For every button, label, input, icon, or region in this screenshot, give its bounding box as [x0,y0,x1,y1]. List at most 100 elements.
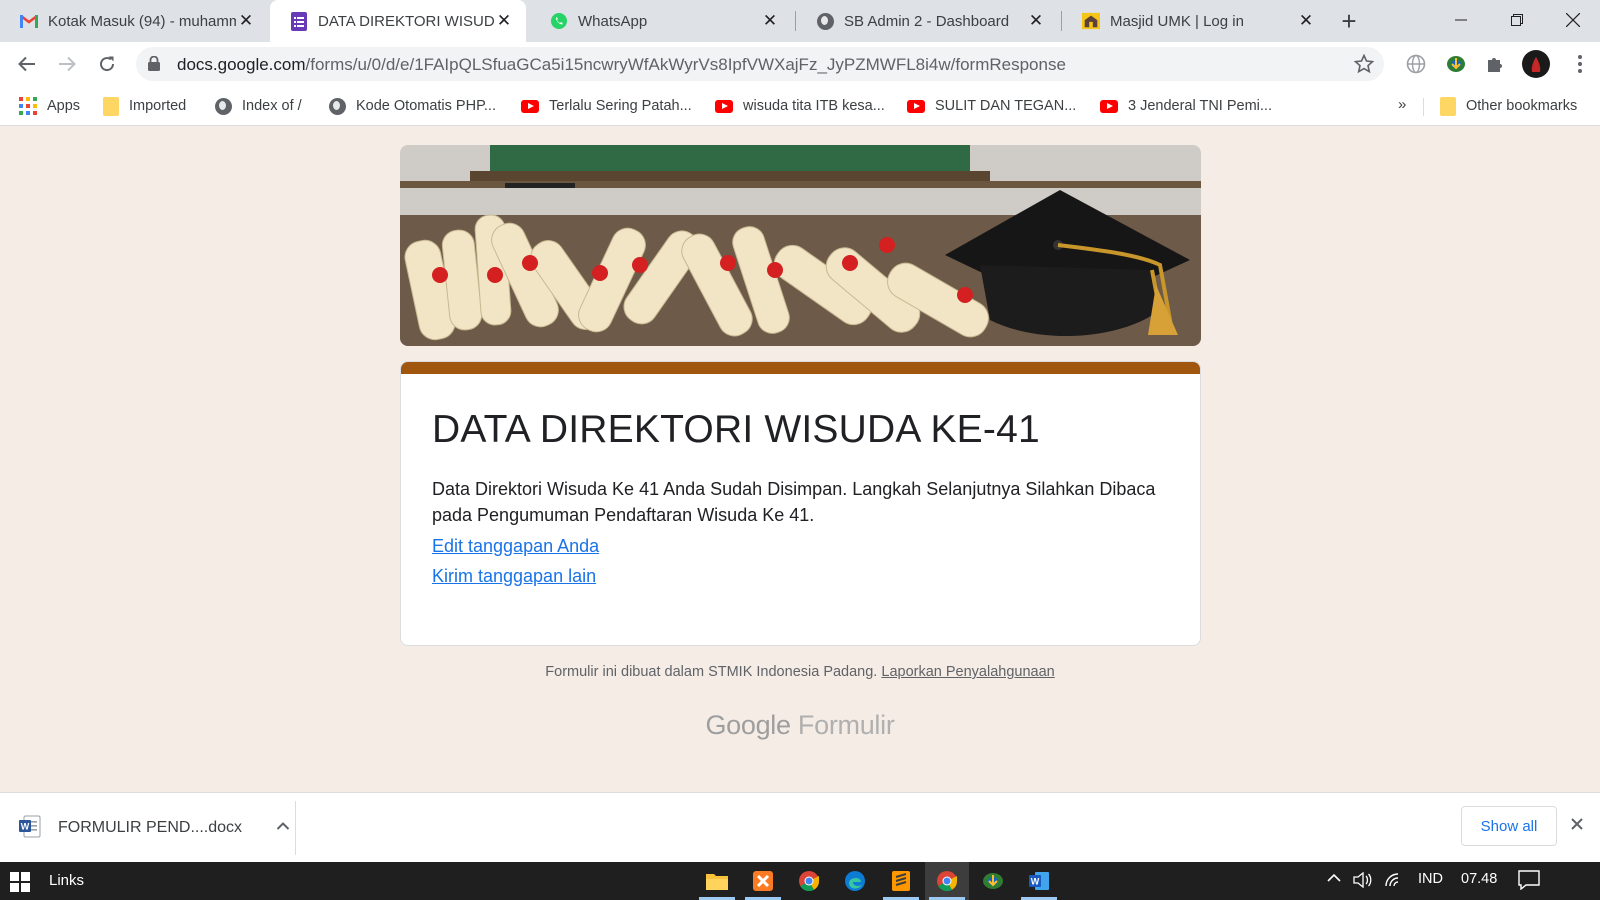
notification-center-icon[interactable] [1518,870,1540,894]
google-forms-icon [290,11,308,31]
report-abuse-link[interactable]: Laporkan Penyalahgunaan [881,664,1054,680]
word-icon[interactable]: W [1017,862,1061,900]
bookmark-label: wisuda tita ITB kesa... [743,98,885,114]
url-text[interactable]: docs.google.com/forms/u/0/d/e/1FAIpQLSfu… [177,55,1066,75]
close-icon[interactable]: ✕ [1026,11,1046,31]
submit-another-response-link[interactable]: Kirim tanggapan lain [432,566,596,587]
lock-icon [148,55,160,74]
close-icon[interactable]: ✕ [760,11,780,31]
taskbar-links-toolbar[interactable]: Links [49,872,84,889]
other-bookmarks[interactable]: Other bookmarks [1440,95,1577,117]
bookmark-label: Index of / [242,98,302,114]
bookmark-label: Apps [47,98,81,114]
tab-gmail[interactable]: Kotak Masuk (94) - muhammad ✕ [0,0,268,42]
tab-forms[interactable]: DATA DIREKTORI WISUDA KE-41 ✕ [270,0,526,42]
file-explorer-icon[interactable] [695,862,739,900]
new-tab-button[interactable]: + [1335,8,1363,36]
youtube-icon [1100,99,1118,113]
chevron-up-icon[interactable] [276,818,290,834]
bookmark-label: 3 Jenderal TNI Pemi... [1128,98,1272,114]
volume-icon[interactable] [1353,871,1373,892]
back-button[interactable] [13,50,41,78]
wifi-icon[interactable] [1384,872,1404,892]
globe-icon [215,97,232,115]
brand-product: Formulir [797,710,895,740]
idm-extension-icon[interactable] [1443,51,1469,77]
tab-strip: Kotak Masuk (94) - muhammad ✕ DATA DIREK… [0,0,1600,42]
forward-button[interactable] [53,50,81,78]
tab-title: Kotak Masuk (94) - muhammad [48,12,236,30]
form-title: DATA DIREKTORI WISUDA KE-41 [432,408,1040,451]
form-footer-note: Formulir ini dibuat dalam STMIK Indonesi… [0,664,1600,680]
header-banner-image [400,145,1201,346]
bookmark-youtube-3[interactable]: SULIT DAN TEGAN... [907,95,1076,117]
confirmation-card: DATA DIREKTORI WISUDA KE-41 Data Direkto… [400,361,1201,646]
bookmarks-overflow-button[interactable]: » [1398,96,1406,113]
windows-taskbar: Links W IND 07.48 [0,862,1600,900]
word-document-icon: W [18,815,42,842]
menu-kebab-icon[interactable] [1567,51,1593,77]
card-accent-bar [401,362,1200,374]
edge-icon[interactable] [833,862,877,900]
youtube-icon [715,99,733,113]
restore-button[interactable] [1489,0,1545,40]
globe-icon [329,97,346,115]
windows-start-icon[interactable] [10,872,30,895]
translate-extension-icon[interactable] [1403,51,1429,77]
youtube-icon [521,99,539,113]
download-divider [295,801,296,855]
chrome-icon[interactable] [787,862,831,900]
bookmarks-divider [1423,98,1424,116]
minimize-button[interactable] [1433,0,1489,40]
extensions-puzzle-icon[interactable] [1482,51,1508,77]
bookmark-label: Other bookmarks [1466,98,1578,114]
folder-icon [103,96,119,116]
xampp-icon[interactable] [741,862,785,900]
browser-toolbar: docs.google.com/forms/u/0/d/e/1FAIpQLSfu… [0,42,1600,86]
close-download-bar-icon[interactable] [1570,817,1584,834]
show-all-downloads-button[interactable]: Show all [1461,806,1557,846]
url-path: /forms/u/0/d/e/1FAIpQLSfuaGCa5i15ncwryWf… [305,55,1066,74]
bookmark-apps[interactable]: Apps [19,95,80,117]
youtube-icon [907,99,925,113]
brand-google: Google [705,710,791,740]
tab-title: Masjid UMK | Log in [1110,12,1244,30]
close-icon[interactable]: ✕ [236,11,256,31]
sublime-text-icon[interactable] [879,862,923,900]
bookmark-imported[interactable]: Imported [103,95,186,117]
page-content: DATA DIREKTORI WISUDA KE-41 Data Direkto… [0,126,1600,792]
bookmark-youtube-1[interactable]: Terlalu Sering Patah... [521,95,692,117]
reload-button[interactable] [93,50,121,78]
apps-grid-icon [19,97,37,115]
idm-icon[interactable] [971,862,1015,900]
close-icon[interactable]: ✕ [494,11,514,31]
tab-masjid-umk[interactable]: Masjid UMK | Log in ✕ [1062,0,1328,42]
show-hidden-icons-chevron-icon[interactable] [1326,872,1342,888]
close-icon[interactable]: ✕ [1296,11,1316,31]
bookmark-star-icon[interactable] [1353,53,1375,77]
footer-text: Formulir ini dibuat dalam STMIK Indonesi… [545,664,878,680]
chrome-active-icon[interactable] [925,862,969,900]
url-host: docs.google.com [177,55,306,74]
address-bar[interactable]: docs.google.com/forms/u/0/d/e/1FAIpQLSfu… [136,47,1384,81]
google-forms-logo: Google Formulir [0,710,1600,741]
bookmark-index-of[interactable]: Index of / [215,95,302,117]
whatsapp-icon [550,12,568,30]
download-item[interactable]: W FORMULIR PEND....docx [18,806,296,850]
masjid-icon [1082,12,1100,30]
bookmark-youtube-2[interactable]: wisuda tita ITB kesa... [715,95,885,117]
folder-icon [1440,96,1456,116]
tab-title: DATA DIREKTORI WISUDA KE-41 [318,12,494,30]
edit-response-link[interactable]: Edit tanggapan Anda [432,536,599,557]
tab-whatsapp[interactable]: WhatsApp ✕ [530,0,792,42]
close-window-button[interactable] [1545,0,1600,40]
tab-sb-admin[interactable]: SB Admin 2 - Dashboard ✕ [796,0,1058,42]
clock-time[interactable]: 07.48 [1461,871,1497,887]
input-language[interactable]: IND [1418,871,1443,887]
tab-title: SB Admin 2 - Dashboard [844,12,1010,30]
download-shelf: W FORMULIR PEND....docx Show all [0,792,1600,862]
bookmark-youtube-4[interactable]: 3 Jenderal TNI Pemi... [1100,95,1272,117]
bookmark-kode-otomatis[interactable]: Kode Otomatis PHP... [329,95,496,117]
bookmarks-bar: Apps Imported Index of / Kode Otomatis P… [0,86,1600,126]
profile-avatar[interactable] [1521,49,1551,79]
